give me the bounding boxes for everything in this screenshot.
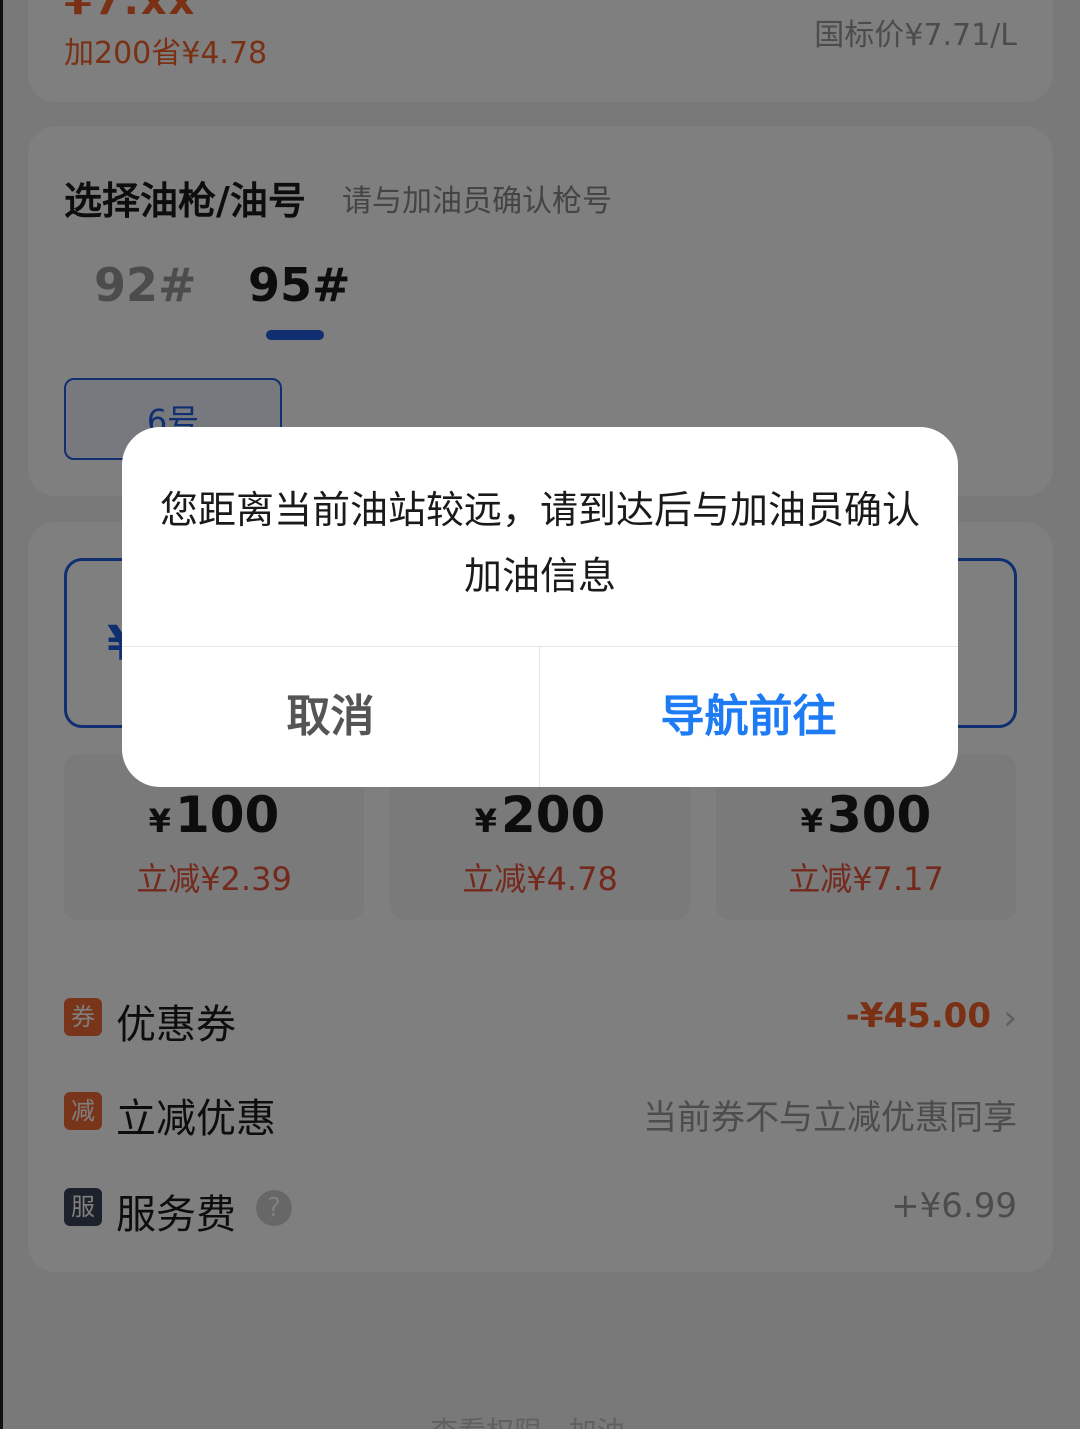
navigate-button[interactable]: 导航前往 <box>540 647 957 787</box>
distance-alert-dialog: 您距离当前油站较远，请到达后与加油员确认加油信息 取消 导航前往 <box>122 427 958 787</box>
cancel-button[interactable]: 取消 <box>122 647 539 787</box>
dialog-message: 您距离当前油站较远，请到达后与加油员确认加油信息 <box>159 488 920 598</box>
